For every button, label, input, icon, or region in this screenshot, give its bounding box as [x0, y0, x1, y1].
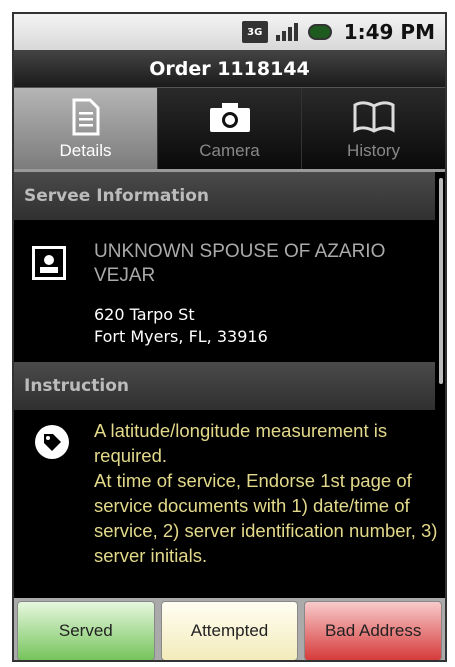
served-button[interactable]: Served	[17, 601, 155, 660]
phone-screen: 3G 1:49 PM Order 1118144 Details Camera …	[12, 12, 447, 662]
tab-details-label: Details	[59, 140, 112, 160]
contact-icon	[32, 246, 66, 280]
servee-name: UNKNOWN SPOUSE OF AZARIO VEJAR	[94, 241, 386, 286]
tag-icon	[34, 424, 70, 460]
book-icon	[352, 97, 396, 137]
tab-camera[interactable]: Camera	[158, 88, 302, 169]
tab-history-label: History	[347, 140, 400, 160]
tab-history[interactable]: History	[302, 88, 445, 169]
tab-camera-label: Camera	[199, 140, 260, 160]
tab-details[interactable]: Details	[14, 88, 158, 169]
action-bar: Served Attempted Bad Address	[14, 598, 445, 660]
status-time: 1:49 PM	[343, 20, 435, 44]
camera-icon	[208, 97, 252, 137]
section-header-servee: Servee Information	[14, 172, 435, 220]
address-line-1: 620 Tarpo St	[94, 305, 195, 324]
battery-charging-icon	[306, 21, 336, 43]
address-line-2: Fort Myers, FL, 33916	[94, 327, 268, 346]
attempted-button[interactable]: Attempted	[160, 601, 299, 660]
instruction-text: A latitude/longitude measurement is requ…	[94, 420, 438, 566]
section-header-instruction: Instruction	[14, 362, 435, 410]
page-title: Order 1118144	[14, 50, 445, 88]
bad-address-button[interactable]: Bad Address	[304, 601, 443, 660]
document-icon	[72, 97, 100, 137]
status-bar: 3G 1:49 PM	[14, 14, 445, 50]
details-content[interactable]: Servee Information UNKNOWN SPOUSE OF AZA…	[14, 172, 445, 598]
signal-icon	[274, 21, 300, 43]
servee-address: 620 Tarpo St Fort Myers, FL, 33916	[94, 304, 268, 348]
tab-bar: Details Camera History	[14, 88, 445, 172]
servee-info: UNKNOWN SPOUSE OF AZARIO VEJAR 620 Tarpo…	[14, 220, 445, 362]
instruction-info: A latitude/longitude measurement is requ…	[14, 410, 445, 598]
network-3g-icon: 3G	[241, 21, 268, 43]
